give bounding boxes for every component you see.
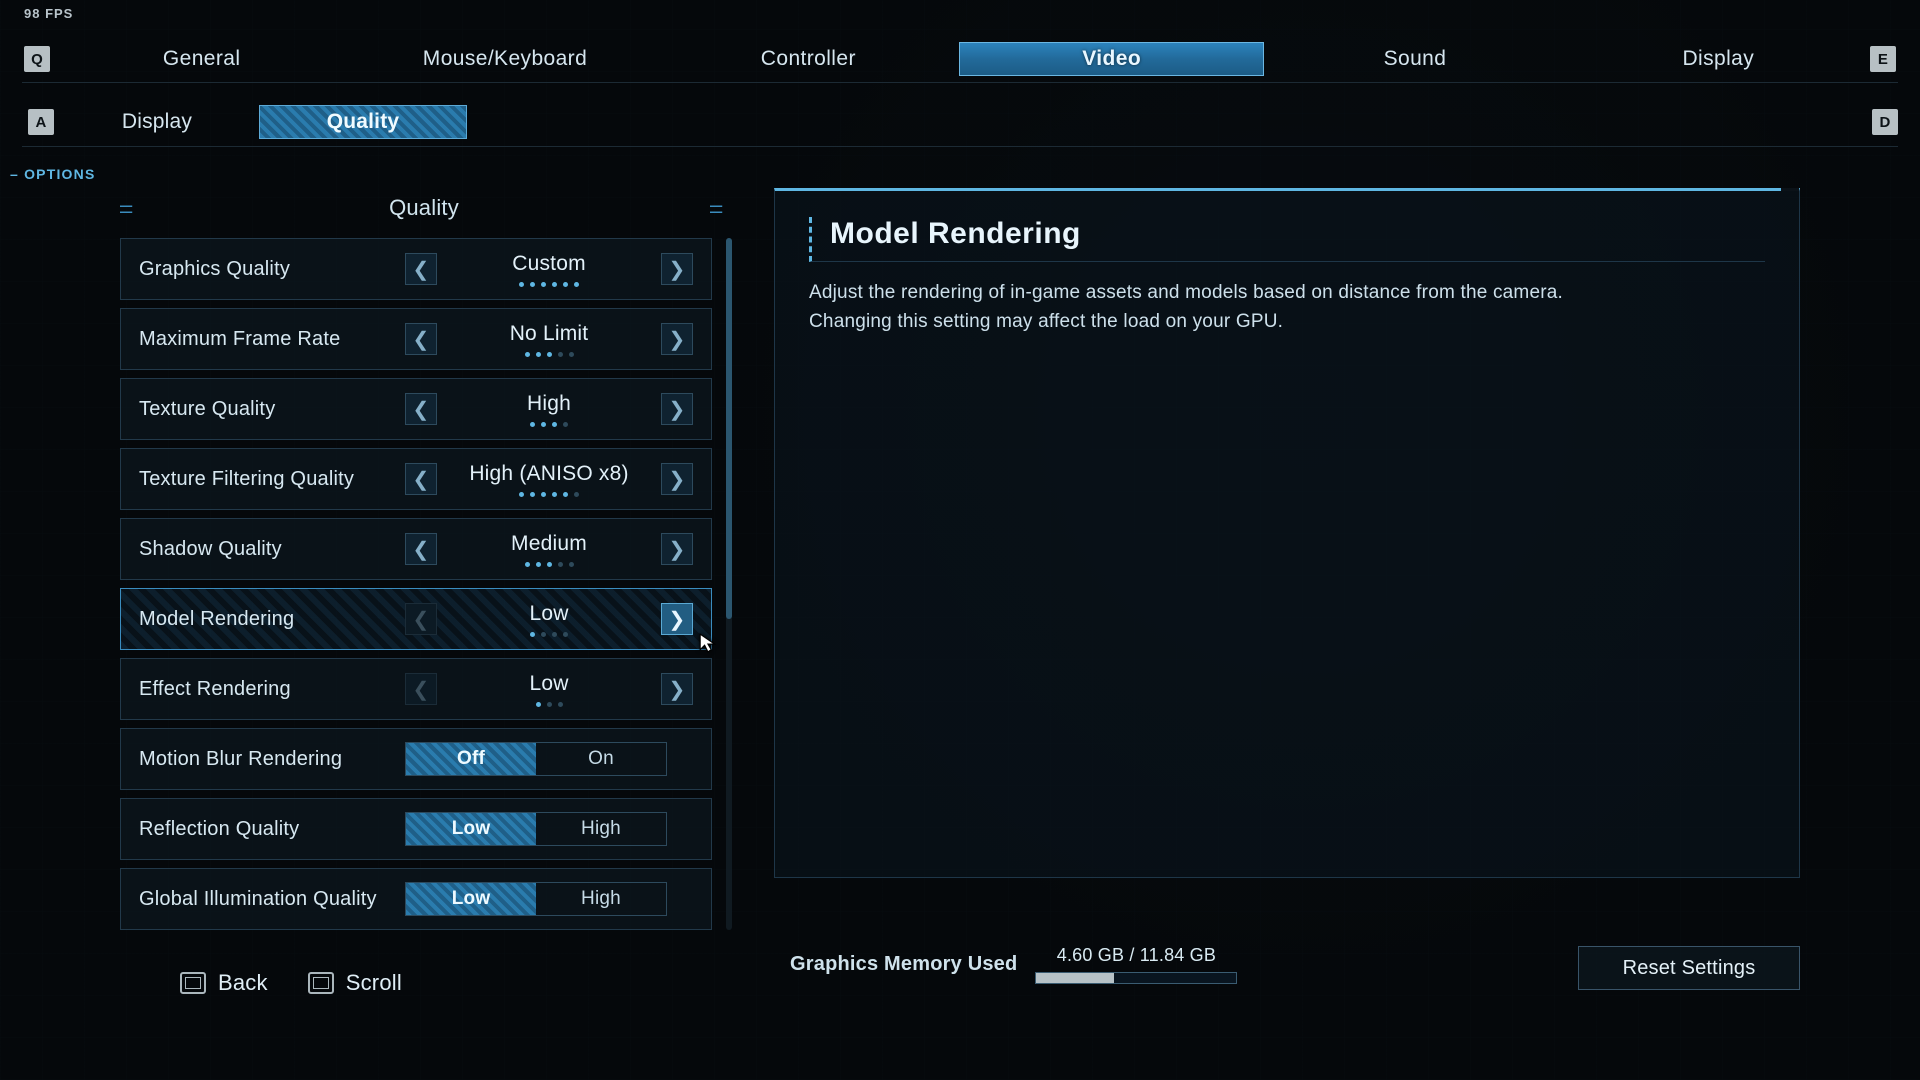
options-label: OPTIONS	[10, 166, 96, 182]
arrow-right-icon[interactable]: ❯	[661, 673, 693, 705]
scroll-label: Scroll	[346, 970, 402, 996]
arrow-right-icon[interactable]: ❯	[661, 603, 693, 635]
detail-panel: Model Rendering Adjust the rendering of …	[774, 188, 1800, 878]
gpu-memory-bar	[1035, 972, 1237, 984]
tab-mouse-keyboard[interactable]: Mouse/Keyboard	[353, 43, 656, 75]
toggle-option-on[interactable]: On	[536, 743, 666, 775]
toggle-option-high[interactable]: High	[536, 883, 666, 915]
arrow-right-icon[interactable]: ❯	[661, 393, 693, 425]
toggle-option-low[interactable]: Low	[406, 883, 536, 915]
detail-body: Adjust the rendering of in-game assets a…	[809, 278, 1589, 337]
setting-label: Texture Quality	[139, 398, 405, 421]
setting-label: Motion Blur Rendering	[139, 748, 405, 771]
tab-video[interactable]: Video	[960, 43, 1263, 75]
setting-value: No Limit	[510, 322, 589, 346]
scroll-hint: Scroll	[308, 970, 402, 996]
setting-value: High	[527, 392, 571, 416]
setting-label: Texture Filtering Quality	[139, 468, 405, 491]
arrow-left-icon: ❮	[405, 603, 437, 635]
gamepad-icon	[180, 972, 206, 994]
arrow-left-icon: ❮	[405, 673, 437, 705]
setting-maximum-frame-rate[interactable]: Maximum Frame Rate❮ No Limit ❯	[120, 308, 712, 370]
tab-general[interactable]: General	[50, 43, 353, 75]
arrow-right-icon[interactable]: ❯	[661, 253, 693, 285]
setting-texture-quality[interactable]: Texture Quality❮ High ❯	[120, 378, 712, 440]
back-button[interactable]: Back	[180, 970, 268, 996]
arrow-left-icon[interactable]: ❮	[405, 393, 437, 425]
section-header: –– Quality ––	[120, 188, 728, 228]
toggle: OffOn	[405, 742, 667, 776]
setting-texture-filtering-quality[interactable]: Texture Filtering Quality❮ High (ANISO x8…	[120, 448, 712, 510]
setting-label: Shadow Quality	[139, 538, 405, 561]
arrow-right-icon[interactable]: ❯	[661, 533, 693, 565]
setting-shadow-quality[interactable]: Shadow Quality❮ Medium ❯	[120, 518, 712, 580]
setting-label: Model Rendering	[139, 608, 405, 631]
arrow-left-icon[interactable]: ❮	[405, 253, 437, 285]
toggle: LowHigh	[405, 882, 667, 916]
setting-label: Maximum Frame Rate	[139, 328, 405, 351]
setting-value: Custom	[512, 252, 586, 276]
arrow-left-icon[interactable]: ❮	[405, 463, 437, 495]
setting-label: Graphics Quality	[139, 258, 405, 281]
reset-settings-button[interactable]: Reset Settings	[1578, 946, 1800, 990]
arrow-right-icon[interactable]: ❯	[661, 323, 693, 355]
tab-display[interactable]: Display	[1567, 43, 1870, 75]
subtab-display[interactable]: Display	[54, 106, 260, 138]
fps-counter: 98 FPS	[24, 6, 73, 21]
setting-motion-blur-rendering[interactable]: Motion Blur RenderingOffOn	[120, 728, 712, 790]
tab-sound[interactable]: Sound	[1263, 43, 1566, 75]
setting-value: Low	[529, 672, 568, 696]
setting-model-rendering[interactable]: Model Rendering❮ Low ❯	[120, 588, 712, 650]
settings-list: Graphics Quality❮Custom❯Maximum Frame Ra…	[120, 238, 728, 930]
gpu-memory: Graphics Memory Used 4.60 GB / 11.84 GB	[790, 945, 1237, 984]
sub-nav: A DisplayQuality D	[22, 98, 1898, 147]
setting-reflection-quality[interactable]: Reflection QualityLowHigh	[120, 798, 712, 860]
settings-scrollbar[interactable]	[726, 238, 732, 930]
back-label: Back	[218, 970, 268, 996]
tab-controller[interactable]: Controller	[657, 43, 960, 75]
setting-value: Low	[529, 602, 568, 626]
arrow-left-icon[interactable]: ❮	[405, 533, 437, 565]
subnav-key-left[interactable]: A	[28, 109, 54, 135]
nav-key-left[interactable]: Q	[24, 46, 50, 72]
setting-label: Effect Rendering	[139, 678, 405, 701]
setting-value: High (ANISO x8)	[469, 462, 628, 486]
setting-graphics-quality[interactable]: Graphics Quality❮ Custom ❯	[120, 238, 712, 300]
toggle: LowHigh	[405, 812, 667, 846]
toggle-option-off[interactable]: Off	[406, 743, 536, 775]
subnav-key-right[interactable]: D	[1872, 109, 1898, 135]
gamepad-icon	[308, 972, 334, 994]
setting-value: Medium	[511, 532, 587, 556]
setting-effect-rendering[interactable]: Effect Rendering❮ Low ❯	[120, 658, 712, 720]
nav-key-right[interactable]: E	[1870, 46, 1896, 72]
setting-label: Global Illumination Quality	[139, 888, 405, 911]
detail-title: Model Rendering	[809, 217, 1765, 262]
gpu-memory-label: Graphics Memory Used	[790, 953, 1017, 976]
arrow-right-icon[interactable]: ❯	[661, 463, 693, 495]
subtab-quality[interactable]: Quality	[260, 106, 466, 138]
gpu-memory-value: 4.60 GB / 11.84 GB	[1057, 945, 1216, 966]
toggle-option-high[interactable]: High	[536, 813, 666, 845]
toggle-option-low[interactable]: Low	[406, 813, 536, 845]
section-title: Quality	[389, 195, 459, 221]
arrow-left-icon[interactable]: ❮	[405, 323, 437, 355]
top-nav: Q GeneralMouse/KeyboardControllerVideoSo…	[22, 36, 1898, 83]
setting-label: Reflection Quality	[139, 818, 405, 841]
